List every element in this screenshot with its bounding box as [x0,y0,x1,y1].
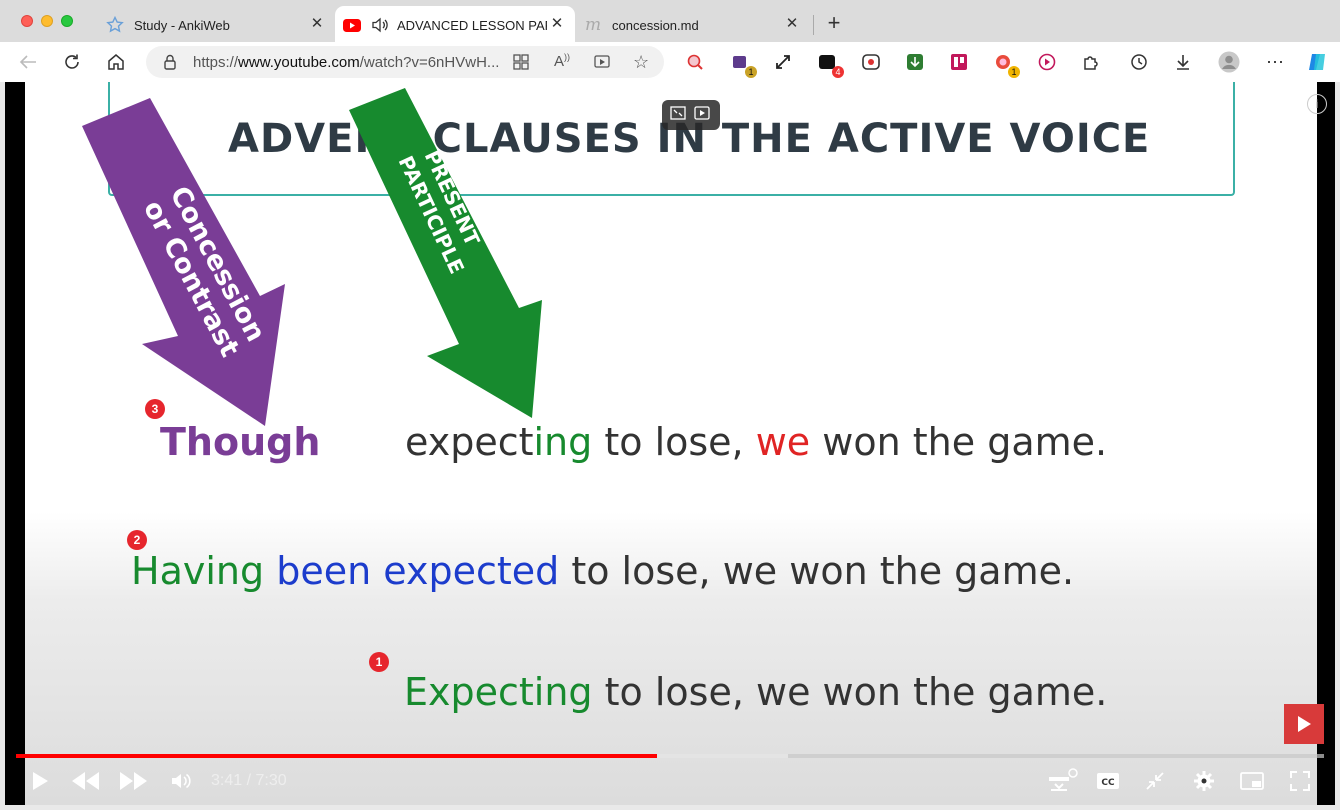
arrows-extension-icon[interactable] [772,51,794,73]
info-icon[interactable]: i [1307,94,1327,114]
progress-bar[interactable] [16,754,1324,758]
extension-badge: 1 [1008,66,1020,78]
autoplay-settings-icon[interactable] [1045,766,1081,796]
tab-ankiweb[interactable]: Study - AnkiWeb ✕ [100,8,335,42]
text-we: we [755,420,811,464]
tab-strip: Study - AnkiWeb ✕ ADVANCED LESSON PART ✕… [0,0,1340,46]
captions-button[interactable]: CC [1094,766,1122,796]
browser-toolbar: https://www.youtube.com/watch?v=6nHVwH..… [0,42,1340,82]
fast-forward-button[interactable] [117,766,151,796]
miniplayer-shrink-icon[interactable] [1141,766,1169,796]
extension-badge: 4 [832,66,844,78]
time-display: 3:41 / 7:30 [211,772,287,789]
rewind-button[interactable] [68,766,102,796]
word-though: Though [160,420,321,464]
play-button[interactable] [27,766,53,796]
text-expecting: Expecting [404,670,593,714]
back-arrow-icon[interactable] [16,50,40,74]
purple-arrow: Concession or Contrast [82,98,285,426]
extensions-puzzle-icon[interactable] [1080,51,1102,73]
youtube-watermark-play-icon[interactable] [1284,704,1324,744]
new-tab-button[interactable]: + [823,12,845,34]
window-zoom-button[interactable] [61,15,73,27]
copilot-icon[interactable] [1306,51,1328,73]
url-text[interactable]: https://www.youtube.com/watch?v=6nHVwH..… [193,54,503,71]
text-rest: to lose, we won the game. [592,670,1108,714]
tab-title: concession.md [612,17,699,33]
marker-1: 1 [369,652,389,672]
more-menu-icon[interactable]: ⋯ [1264,51,1286,73]
board-magenta-extension-icon[interactable] [948,51,970,73]
url-path: /watch?v=6nHVwH... [359,54,500,71]
markdown-m-icon: m [584,15,602,35]
downloads-icon[interactable] [1172,51,1194,73]
fullscreen-icon[interactable] [1286,766,1314,796]
volume-button[interactable] [168,766,194,796]
colorful-circle-extension-icon[interactable]: 1 [992,51,1020,78]
extension-badge: 1 [745,66,757,78]
tab-title: ADVANCED LESSON PART [397,17,547,33]
video-frame[interactable]: ADVERB CLAUSES IN THE ACTIVE VOICE Conce… [25,82,1317,805]
picture-in-picture-icon[interactable] [1238,766,1266,796]
text-expect: expect [405,420,534,464]
window-close-button[interactable] [21,15,33,27]
read-aloud-icon[interactable]: A)) [554,52,570,70]
sentence-though: expecting to lose, we won the game. [405,420,1107,464]
text-been-expected: been expected [264,549,560,593]
tab-title: Study - AnkiWeb [134,17,230,33]
settings-gear-icon[interactable] [1190,766,1218,796]
fit-screen-icon[interactable] [670,105,686,125]
tab-audio-icon[interactable] [371,16,389,34]
download-green-extension-icon[interactable] [904,51,926,73]
reload-icon[interactable] [60,50,84,74]
youtube-logo-icon [343,16,361,34]
magnifier-extension-icon[interactable] [684,51,706,73]
history-icon[interactable] [1128,51,1150,73]
record-extension-icon[interactable] [860,51,882,73]
video-overlay-controls [662,100,720,130]
address-bar[interactable]: https://www.youtube.com/watch?v=6nHVwH..… [146,46,664,78]
marker-3: 3 [145,399,165,419]
open-in-app-icon[interactable] [594,54,610,75]
home-icon[interactable] [104,50,128,74]
video-enhance-icon[interactable] [694,105,712,125]
tab-close-icon[interactable]: ✕ [784,16,800,32]
url-scheme: https:// [193,54,239,71]
text-to-lose: to lose, [592,420,756,464]
tab-close-icon[interactable]: ✕ [549,16,565,32]
marker-2: 2 [127,530,147,550]
tab-concession-md[interactable]: m concession.md ✕ [578,8,810,42]
tab-close-icon[interactable]: ✕ [309,16,325,32]
sentence-having-been: Having been expected to lose, we won the… [131,549,1074,593]
svg-text:CC: CC [1101,778,1115,788]
url-domain: www.youtube.com [238,54,360,71]
app-available-icon[interactable] [513,54,529,75]
favorite-star-icon[interactable]: ☆ [633,52,649,73]
sentence-expecting: Expecting to lose, we won the game. [404,670,1107,714]
tab-youtube-lesson[interactable]: ADVANCED LESSON PART ✕ [335,6,575,44]
text-having: Having [131,549,265,593]
window-minimize-button[interactable] [41,15,53,27]
text-rest: to lose, we won the game. [559,549,1075,593]
progress-played [16,754,657,758]
video-player[interactable]: ADVERB CLAUSES IN THE ACTIVE VOICE Conce… [5,82,1335,805]
black-app-extension-icon[interactable]: 4 [816,51,844,78]
text-won: won the game. [810,420,1108,464]
text-ing: ing [533,420,593,464]
play-circle-extension-icon[interactable] [1036,51,1058,73]
profile-avatar-icon[interactable] [1218,51,1240,73]
tab-separator [813,15,814,35]
ankiweb-star-icon [106,16,124,34]
green-arrow: PRESENT PARTICIPLE [349,88,542,418]
lock-icon[interactable] [163,54,177,75]
puzzle-purple-extension-icon[interactable]: 1 [729,51,757,78]
